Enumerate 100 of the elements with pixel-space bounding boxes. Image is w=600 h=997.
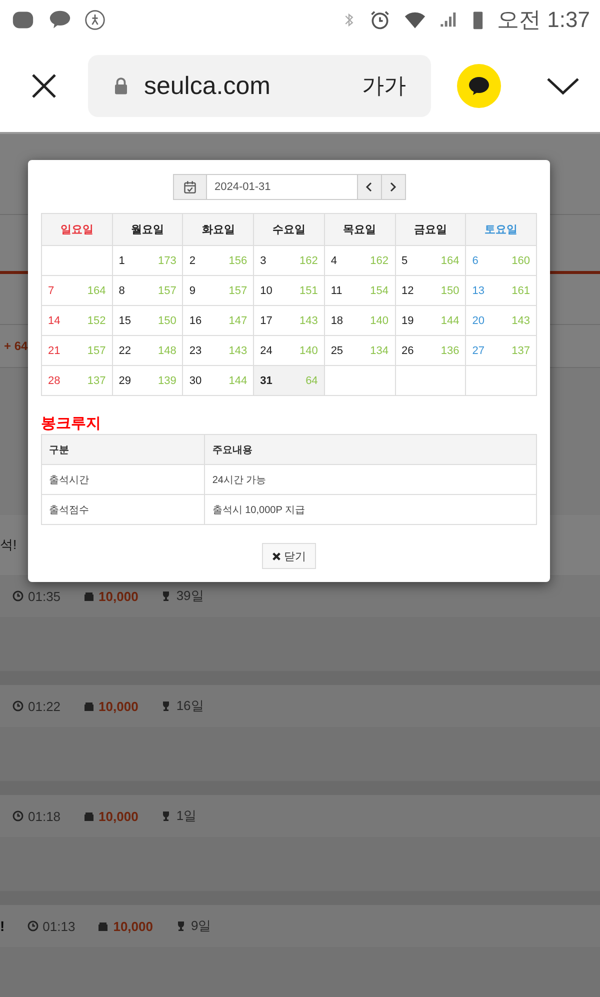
attendance-count: 137 [512,344,530,356]
day-cell[interactable]: 9 157 [182,276,254,306]
attendance-count: 144 [228,374,248,386]
day-number: 14 [48,314,60,326]
weekday-header: 토요일 [466,214,536,246]
section-title: 봉크루지 [41,414,102,433]
attendance-count: 164 [440,254,460,266]
calendar-icon [182,180,196,194]
clock-icon [12,700,24,712]
url-text: seulca.com [144,72,272,100]
day-cell[interactable]: 16 147 [182,306,254,336]
column-header: 구분 [42,434,205,464]
gift-icon [97,920,110,932]
day-cell[interactable]: 24 140 [254,336,324,366]
attendance-count: 162 [299,254,318,266]
weekday-header: 월요일 [112,214,183,246]
day-cell[interactable]: 17 143 [254,306,324,336]
attendance-count: 143 [299,314,318,326]
day-cell[interactable]: 23 143 [182,336,254,366]
date-field[interactable]: 2024-01-31 [206,174,358,200]
day-number: 26 [402,344,414,356]
weekday-header: 목요일 [324,214,396,246]
day-number: 30 [189,374,202,386]
time-text: 01:22 [28,698,61,714]
day-cell[interactable]: 7 164 [42,276,112,306]
attendance-count: 150 [440,284,460,296]
day-cell[interactable]: 21 157 [42,336,112,366]
text-size-button[interactable]: 가가 [362,71,406,101]
day-cell[interactable]: 3 162 [254,246,324,276]
attendance-count: 140 [370,314,389,326]
gift-icon [82,590,95,602]
day-cell[interactable]: 12 150 [395,276,466,306]
lock-icon [112,76,130,96]
day-cell[interactable]: 2 156 [182,246,254,276]
attendance-count: 143 [228,344,248,356]
day-cell[interactable]: 5 164 [395,246,466,276]
points-text: 10,000 [98,588,138,604]
days-text: 39일 [176,587,204,605]
day-number: 6 [472,254,478,266]
days-text: 9일 [190,917,212,935]
next-button[interactable] [382,174,406,200]
day-number: 22 [118,344,131,356]
chat-button[interactable] [457,64,501,108]
clock-icon [12,590,24,602]
day-cell[interactable]: 28 137 [42,366,112,396]
close-button[interactable] [30,72,58,100]
alarm-icon [369,9,392,31]
day-cell[interactable]: 14 152 [42,306,112,336]
day-number: 19 [402,314,414,326]
gift-icon [82,700,95,712]
day-cell[interactable]: 10 151 [254,276,324,306]
weekday-header: 금요일 [395,214,466,246]
day-cell[interactable]: 8 157 [112,276,183,306]
day-cell[interactable]: 25 134 [324,336,396,366]
attendance-count: 134 [370,344,389,356]
day-cell[interactable]: 15 150 [112,306,183,336]
points-text: 10,000 [113,918,153,934]
clock-icon [26,920,39,932]
table-cell: 24시간 가능 [204,464,536,494]
attendance-count: 156 [228,254,248,266]
battery-icon [471,9,486,31]
clock-time: 오전 1:37 [497,6,590,34]
attendance-count: 154 [370,284,389,296]
time-text: 01:35 [28,588,61,604]
day-cell[interactable]: 19 144 [395,306,466,336]
day-cell[interactable]: 26 136 [395,336,466,366]
time-text: 01:13 [42,918,76,934]
day-number: 24 [260,344,272,356]
attendance-count: 147 [228,314,248,326]
notice-text: ! [0,918,5,934]
chevron-down-button[interactable] [546,76,580,96]
day-number: 21 [48,344,60,356]
attendance-count: 160 [512,254,530,266]
attendance-count: 136 [440,344,460,356]
day-cell[interactable]: 1 173 [112,246,183,276]
day-cell[interactable]: 29 139 [112,366,183,396]
calendar-button[interactable] [172,174,206,200]
walking-icon [84,9,106,31]
day-cell[interactable]: 18 140 [324,306,396,336]
close-icon [272,552,281,560]
day-cell[interactable]: 11 154 [324,276,396,306]
day-number: 13 [472,284,484,296]
attendance-count: 140 [299,344,318,356]
day-cell[interactable]: 22 148 [112,336,183,366]
day-number: 28 [48,374,60,386]
attendance-count: 144 [440,314,460,326]
days-text: 1일 [176,807,197,825]
day-cell[interactable]: 30 144 [182,366,254,396]
day-cell[interactable]: 31 64 [254,366,324,396]
close-dialog-button[interactable]: 닫기 [262,543,316,569]
points-text: 10,000 [98,698,138,714]
day-cell[interactable]: 4 162 [324,246,396,276]
day-number: 4 [330,254,337,266]
day-number: 10 [260,284,272,296]
day-number: 31 [260,374,272,386]
address-bar[interactable]: seulca.com 가가 [88,55,431,117]
chevron-left-icon [365,182,373,192]
day-number: 20 [472,314,484,326]
previous-button[interactable] [358,174,382,200]
day-number: 5 [402,254,408,266]
